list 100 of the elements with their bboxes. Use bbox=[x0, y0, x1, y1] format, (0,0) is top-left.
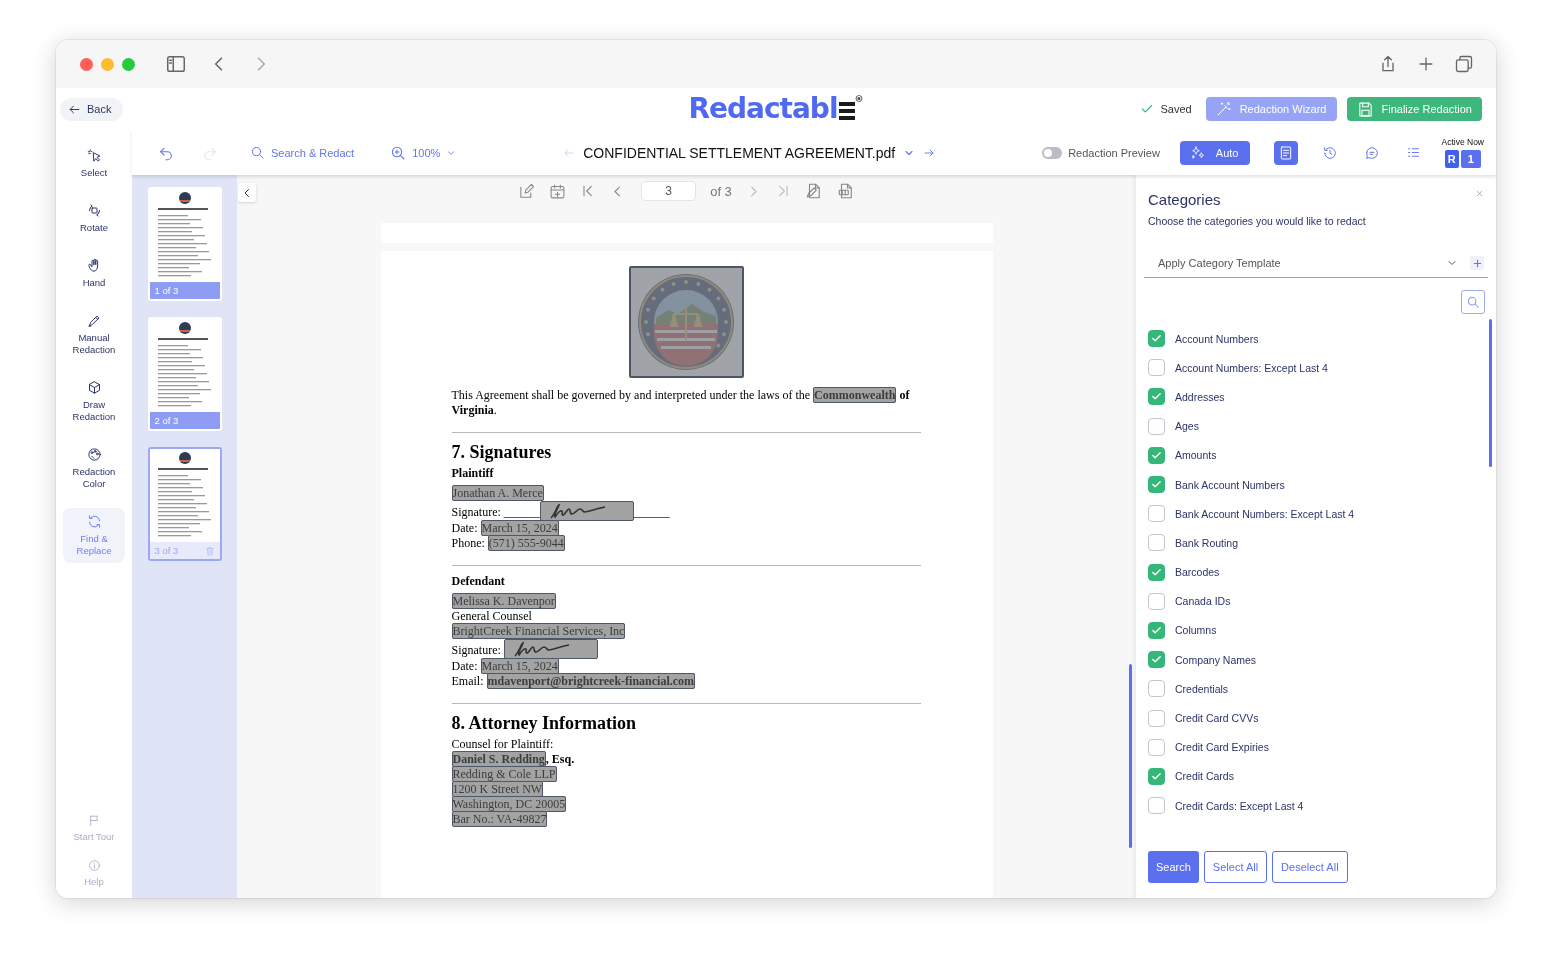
document-icon[interactable] bbox=[836, 182, 855, 200]
logo-text: Redactabl bbox=[688, 92, 838, 126]
finalize-redaction-button[interactable]: Finalize Redaction bbox=[1346, 97, 1482, 121]
document-edit-icon[interactable] bbox=[804, 182, 823, 200]
panel-title: Categories bbox=[1148, 191, 1221, 208]
maximize-window-button[interactable] bbox=[122, 57, 135, 71]
file-name[interactable]: CONFIDENTIAL SETTLEMENT AGREEMENT.pdf bbox=[583, 144, 896, 161]
tool-button[interactable]: Redaction Color bbox=[63, 441, 125, 496]
toggle-label: Redaction Preview bbox=[1068, 146, 1160, 159]
category-label: Credentials bbox=[1175, 682, 1229, 695]
palette-icon bbox=[86, 447, 102, 462]
checkbox[interactable] bbox=[1148, 680, 1165, 698]
category-label: Credit Card CVVs bbox=[1175, 712, 1259, 725]
scrollbar[interactable] bbox=[1129, 664, 1132, 848]
zoom-in-icon bbox=[390, 144, 407, 161]
panel-button[interactable]: Select All bbox=[1203, 851, 1268, 883]
category-label: Ages bbox=[1175, 420, 1199, 433]
close-button[interactable] bbox=[1475, 189, 1484, 198]
page-thumbnail[interactable]: 2 of 3 bbox=[147, 317, 222, 431]
checkbox[interactable] bbox=[1148, 505, 1165, 523]
tool-button[interactable]: Find & Replace bbox=[63, 508, 125, 563]
cursor-icon bbox=[86, 148, 102, 163]
redacted-text: March 15, 2024 bbox=[480, 520, 559, 536]
redacted-text: March 15, 2024 bbox=[480, 658, 559, 674]
party-label: Plaintiff bbox=[451, 466, 495, 481]
checkbox[interactable] bbox=[1148, 359, 1165, 377]
zoom-dropdown[interactable]: 100% bbox=[390, 144, 457, 161]
checkbox[interactable] bbox=[1148, 446, 1165, 464]
search-redact-button[interactable]: Search & Redact bbox=[250, 145, 355, 160]
redacted-text: Melissa K. Davenpor bbox=[451, 593, 556, 609]
checkbox[interactable] bbox=[1148, 388, 1165, 406]
sidebar-icon[interactable] bbox=[165, 53, 187, 75]
close-window-button[interactable] bbox=[80, 57, 93, 71]
tool-button[interactable]: Rotate bbox=[63, 197, 125, 240]
category-label: Company Names bbox=[1175, 653, 1257, 666]
checkbox[interactable] bbox=[1148, 417, 1165, 435]
document-text: . bbox=[493, 403, 497, 417]
document-text: of bbox=[899, 388, 910, 402]
tabs-icon[interactable] bbox=[1454, 54, 1474, 74]
comment-icon[interactable] bbox=[1364, 144, 1381, 161]
document-text: Date: bbox=[451, 659, 479, 673]
tool-button[interactable]: Draw Redaction bbox=[63, 374, 125, 429]
page-thumbnail[interactable]: 1 of 3 bbox=[147, 187, 222, 301]
search-icon bbox=[250, 145, 265, 160]
auto-button[interactable]: Auto bbox=[1179, 140, 1251, 165]
calendar-plus-icon[interactable] bbox=[549, 182, 567, 200]
registered-mark: ® bbox=[854, 94, 864, 104]
search-button[interactable] bbox=[1461, 290, 1485, 314]
back-button[interactable]: Back bbox=[60, 97, 124, 121]
checkbox[interactable] bbox=[1148, 651, 1165, 669]
checkbox[interactable] bbox=[1148, 592, 1165, 610]
tool-button[interactable]: Start Tour bbox=[63, 808, 125, 849]
list-icon[interactable] bbox=[1406, 145, 1422, 160]
redaction-wizard-button[interactable]: Redaction Wizard bbox=[1205, 97, 1337, 121]
edit-icon[interactable] bbox=[518, 182, 536, 200]
tool-button[interactable]: Manual Redaction bbox=[63, 307, 125, 362]
user-avatar[interactable]: R bbox=[1444, 150, 1459, 168]
sparkles-icon bbox=[1189, 144, 1206, 161]
checkbox[interactable] bbox=[1148, 621, 1165, 639]
panel-button[interactable]: Search bbox=[1148, 851, 1199, 883]
tool-button[interactable]: Hand bbox=[63, 252, 125, 295]
checkbox[interactable] bbox=[1148, 797, 1165, 815]
minimize-window-button[interactable] bbox=[101, 57, 114, 71]
document-text: This Agreement shall be governed by and interpreted under the laws of the bbox=[451, 388, 811, 402]
add-template-button[interactable] bbox=[1470, 256, 1484, 270]
active-now-label: Active Now bbox=[1441, 137, 1484, 147]
flag-icon bbox=[87, 814, 101, 827]
page-view-button[interactable] bbox=[1274, 140, 1299, 165]
tool-button[interactable]: Select bbox=[63, 142, 125, 185]
checkbox[interactable] bbox=[1148, 534, 1165, 552]
tool-button[interactable]: Help bbox=[63, 853, 125, 894]
saved-status: Saved bbox=[1160, 103, 1192, 115]
template-dropdown[interactable]: Apply Category Template bbox=[1144, 249, 1488, 278]
document-text: , Esq. bbox=[545, 752, 575, 766]
panel-subtitle: Choose the categories you would like to redact bbox=[1148, 215, 1367, 227]
toggle-switch[interactable] bbox=[1042, 146, 1063, 159]
checkbox[interactable] bbox=[1148, 476, 1165, 494]
trash-icon[interactable] bbox=[204, 545, 215, 556]
history-icon[interactable] bbox=[1322, 144, 1339, 161]
checkbox[interactable] bbox=[1148, 738, 1165, 756]
section-heading: 8. Attorney Information bbox=[451, 712, 637, 734]
document-text: Phone: bbox=[451, 536, 486, 550]
scrollbar[interactable] bbox=[1489, 319, 1492, 467]
redacted-text: (571) 555-9044 bbox=[487, 535, 565, 551]
panel-button[interactable]: Deselect All bbox=[1272, 851, 1348, 883]
refresh-icon bbox=[86, 514, 102, 529]
category-label: Credit Card Expiries bbox=[1175, 741, 1269, 754]
collapse-button[interactable] bbox=[238, 183, 256, 202]
category-label: Credit Cards bbox=[1175, 770, 1234, 783]
redacted-text: Redding & Cole LLP bbox=[451, 766, 557, 782]
category-label: Barcodes bbox=[1175, 566, 1220, 579]
checkbox[interactable] bbox=[1148, 563, 1165, 581]
user-count-badge: 1 bbox=[1460, 150, 1481, 168]
document-text: Signature: bbox=[451, 643, 502, 657]
wand-icon bbox=[1215, 101, 1232, 117]
checkbox[interactable] bbox=[1148, 767, 1165, 785]
redacted-text: BrightCreek Financial Services, Inc bbox=[451, 623, 626, 639]
page-number-field[interactable]: 3 bbox=[641, 181, 697, 201]
checkbox[interactable] bbox=[1148, 330, 1165, 348]
checkbox[interactable] bbox=[1148, 709, 1165, 727]
